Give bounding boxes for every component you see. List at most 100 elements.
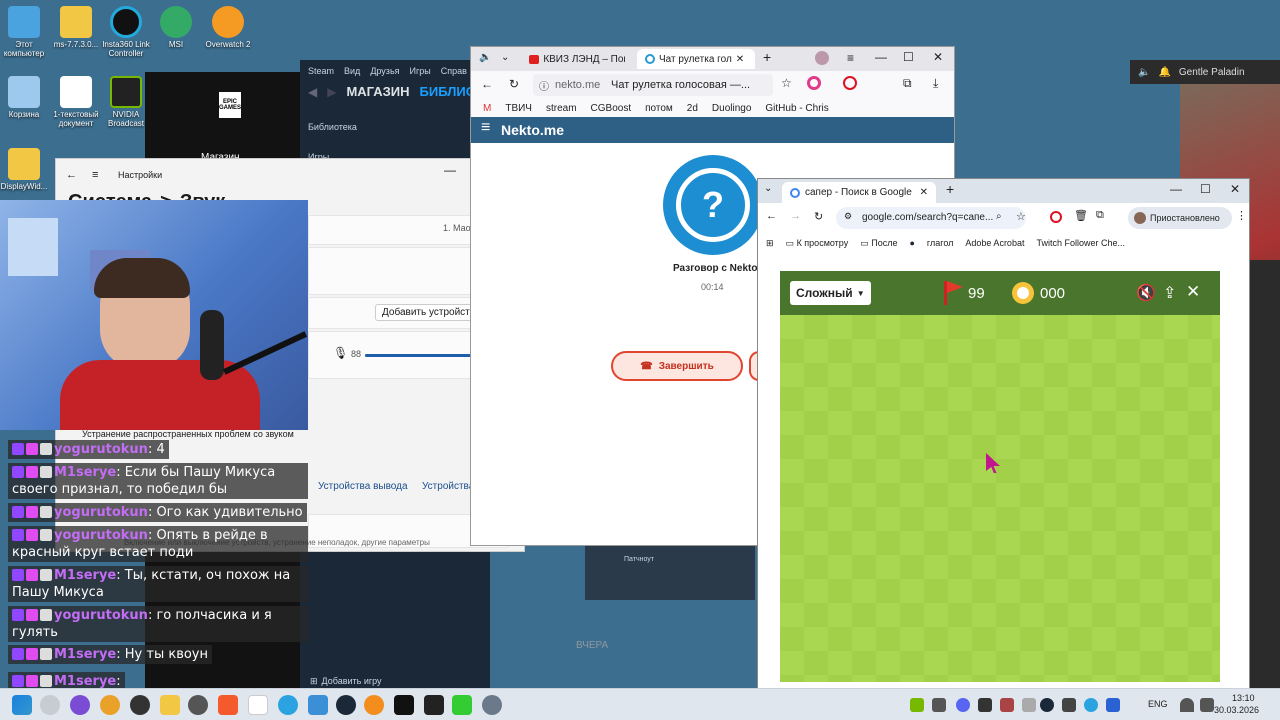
- extension-icon[interactable]: [807, 76, 821, 90]
- brave-icon[interactable]: [218, 695, 238, 715]
- steam-menu-view[interactable]: Вид: [344, 66, 360, 76]
- chevron-down-icon[interactable]: ⌄: [501, 52, 509, 63]
- settings-back-icon[interactable]: ←: [66, 169, 77, 181]
- steam-menu-steam[interactable]: Steam: [308, 66, 334, 76]
- maximize-icon[interactable]: ☐: [903, 50, 914, 64]
- close-icon[interactable]: ✕: [933, 50, 943, 64]
- desktop-icon-recycle-bin[interactable]: Корзина: [0, 76, 52, 119]
- back-arrow-icon[interactable]: ←: [481, 77, 493, 91]
- tray-icon-telegram[interactable]: [1084, 698, 1098, 712]
- share-icon[interactable]: ⇪: [1163, 283, 1176, 303]
- bookmark-acrobat[interactable]: Adobe Acrobat: [965, 238, 1024, 248]
- tray-icon-nvidia[interactable]: [910, 698, 924, 712]
- mute-icon[interactable]: 🔇: [1136, 283, 1156, 303]
- maximize-icon[interactable]: ☐: [1200, 182, 1211, 196]
- volume-icon[interactable]: [1200, 698, 1214, 712]
- terminal-icon[interactable]: [424, 695, 444, 715]
- search-icon[interactable]: [40, 695, 60, 715]
- new-tab-icon[interactable]: +: [946, 181, 954, 197]
- bookmark-star-icon[interactable]: ☆: [781, 76, 792, 90]
- start-menu-icon[interactable]: [12, 695, 32, 715]
- nekto-site-name[interactable]: Nekto.me: [501, 122, 564, 138]
- bookmark-star-icon[interactable]: ☆: [1016, 210, 1026, 223]
- search-app-icon[interactable]: [188, 695, 208, 715]
- speaker-icon[interactable]: 🔈: [479, 52, 491, 63]
- download-icon[interactable]: ⤓: [933, 76, 938, 91]
- epic-taskbar-icon[interactable]: [394, 695, 414, 715]
- play-icon[interactable]: [843, 76, 857, 90]
- desktop-icon-displaywidget[interactable]: DisplayWid...: [0, 148, 52, 191]
- steam-taskbar-icon[interactable]: [336, 695, 356, 715]
- tab-search-icon[interactable]: ⌄: [764, 183, 772, 194]
- chat-username[interactable]: M1serye: [54, 568, 116, 583]
- chrome-taskbar-icon[interactable]: [100, 695, 120, 715]
- steam-menu-friends[interactable]: Друзья: [370, 66, 399, 76]
- tray-icon-app4[interactable]: [1022, 698, 1036, 712]
- bookmark-cgboost[interactable]: CGBoost: [591, 103, 632, 114]
- apps-grid-icon[interactable]: ⊞: [766, 238, 774, 249]
- tray-icon-app2[interactable]: [978, 698, 992, 712]
- difficulty-select[interactable]: Сложный ▼: [790, 281, 871, 305]
- avatar[interactable]: [815, 51, 829, 65]
- steam-library-label[interactable]: Библиотека: [308, 122, 357, 132]
- explorer-icon[interactable]: [160, 695, 180, 715]
- obs-icon[interactable]: [130, 695, 150, 715]
- steam-game-tile[interactable]: [585, 540, 755, 600]
- minesweeper-grid[interactable]: [780, 315, 1220, 682]
- bookmark-later[interactable]: потом: [645, 103, 673, 114]
- menu-icon[interactable]: ≡: [847, 51, 854, 65]
- bookmark-after[interactable]: ▭ После: [860, 238, 897, 249]
- bookmark-2d[interactable]: 2d: [687, 103, 698, 114]
- bookmark-stream[interactable]: stream: [546, 103, 577, 114]
- copilot-icon[interactable]: [70, 695, 90, 715]
- steam-nav-store[interactable]: МАГАЗИН: [346, 84, 409, 99]
- firefox-taskbar-icon[interactable]: [364, 695, 384, 715]
- tray-icon-app5[interactable]: [1062, 698, 1076, 712]
- play-icon[interactable]: [1050, 211, 1062, 223]
- paused-profile-button[interactable]: Приостановлено: [1128, 207, 1232, 229]
- steam-add-game[interactable]: ⊞ Добавить игру: [310, 676, 382, 687]
- desktop-icon-insta360[interactable]: Insta360 Link Controller: [98, 6, 154, 58]
- back-arrow-icon[interactable]: ←: [766, 210, 777, 222]
- tray-icon-discord[interactable]: [956, 698, 970, 712]
- chat-username[interactable]: M1serye: [54, 465, 116, 480]
- reload-icon[interactable]: ↻: [814, 210, 823, 223]
- battery-app-icon[interactable]: [452, 695, 472, 715]
- tab-quiz[interactable]: КВИЗ ЛЭНД – Попку: [521, 49, 633, 69]
- telegram-icon[interactable]: [278, 695, 298, 715]
- close-icon[interactable]: ✕: [1186, 282, 1200, 302]
- forward-arrow-icon[interactable]: →: [790, 210, 801, 222]
- chat-username[interactable]: M1serye: [54, 647, 116, 662]
- app-icon[interactable]: [308, 695, 328, 715]
- reload-icon[interactable]: ↻: [509, 77, 519, 91]
- tray-icon-app3[interactable]: [1000, 698, 1014, 712]
- bookmark-github[interactable]: GitHub - Chris: [765, 103, 828, 114]
- close-icon[interactable]: ✕: [920, 187, 928, 198]
- address-bar[interactable]: ⓘ nekto.me Чат рулетка голосовая —...: [533, 74, 773, 96]
- steam-nav-library[interactable]: БИБЛИО: [420, 84, 476, 99]
- desktop-icon-text-doc[interactable]: 1-текстовый документ: [48, 76, 104, 128]
- tab-minesweeper[interactable]: сапер - Поиск в Google ✕: [782, 182, 936, 203]
- forward-arrow-icon[interactable]: ▶: [327, 85, 336, 99]
- chat-username[interactable]: yogurutokun: [54, 442, 148, 457]
- settings-menu-icon[interactable]: ≡: [92, 169, 98, 181]
- desktop-icon-msi[interactable]: MSI: [148, 6, 204, 49]
- clock-time[interactable]: 13:10: [1232, 693, 1255, 703]
- chat-username[interactable]: yogurutokun: [54, 608, 148, 623]
- minimize-icon[interactable]: —: [1170, 182, 1182, 196]
- bookmark-watch-later[interactable]: ▭ К просмотру: [786, 238, 849, 249]
- new-tab-icon[interactable]: +: [763, 49, 771, 65]
- close-icon[interactable]: ✕: [736, 54, 744, 65]
- troubleshoot-link[interactable]: Устранение распространенных проблем со з…: [82, 429, 294, 439]
- wifi-icon[interactable]: [1180, 698, 1194, 712]
- tab-nekto[interactable]: Чат рулетка гол ✕: [637, 49, 755, 69]
- bookmark-twitch-follower[interactable]: Twitch Follower Che...: [1036, 238, 1125, 248]
- bookmark-verb[interactable]: глагол: [927, 238, 954, 248]
- site-info-icon[interactable]: ⚙: [844, 211, 852, 222]
- language-indicator[interactable]: ENG: [1148, 699, 1168, 709]
- settings-taskbar-icon[interactable]: [482, 695, 502, 715]
- chat-username[interactable]: M1serye: [54, 674, 116, 689]
- chat-username[interactable]: yogurutokun: [54, 505, 148, 520]
- tray-icon-steam[interactable]: [1040, 698, 1054, 712]
- hamburger-icon[interactable]: ≡: [481, 119, 490, 137]
